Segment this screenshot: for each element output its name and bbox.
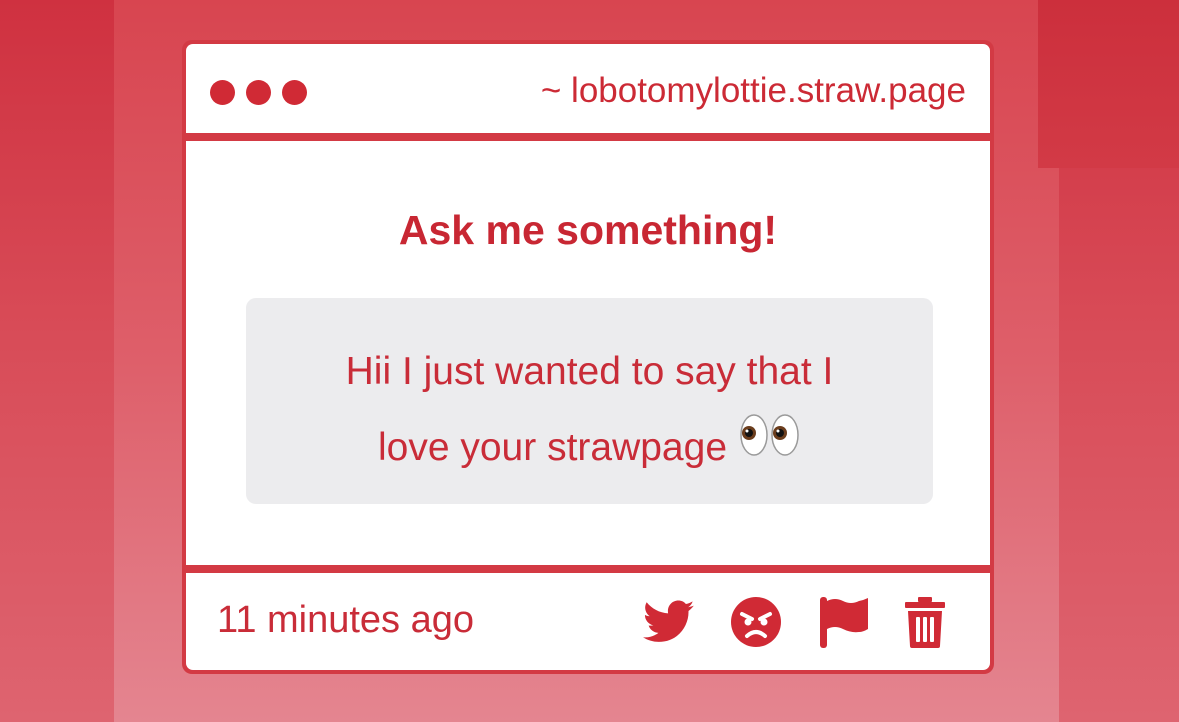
message-line-2: love your strawpage: [377, 426, 728, 469]
flag-icon: [820, 597, 868, 648]
report-button[interactable]: [816, 595, 870, 649]
window-dot-icon: [282, 80, 307, 105]
angry-face-icon: [731, 597, 781, 647]
message-line-1: Hii I just wanted to say that I: [345, 350, 834, 393]
card-footer: 11 minutes ago: [186, 573, 990, 670]
eyes-emoji-icon: [739, 408, 801, 484]
message-text: Hii I just wanted to say that I love you…: [246, 334, 933, 488]
share-twitter-button[interactable]: [642, 595, 696, 649]
card-body: Ask me something! Hii I just wanted to s…: [186, 141, 990, 565]
window-dot-icon: [246, 80, 271, 105]
twitter-bird-icon: [643, 600, 695, 642]
background-corner: [1038, 0, 1179, 168]
card-header: ~ lobotomylottie.straw.page: [186, 44, 990, 133]
page-title: Ask me something!: [398, 207, 778, 253]
message-line-2-wrap: love your strawpage: [246, 410, 933, 488]
delete-button[interactable]: [898, 595, 952, 649]
page-url-link[interactable]: ~ lobotomylottie.straw.page: [541, 71, 966, 111]
window-dots: [210, 80, 307, 105]
timestamp: 11 minutes ago: [217, 599, 475, 641]
question-card: ~ lobotomylottie.straw.page Ask me somet…: [182, 40, 994, 674]
angry-react-button[interactable]: [729, 595, 783, 649]
window-dot-icon: [210, 80, 235, 105]
trash-icon: [905, 597, 945, 648]
message-box: Hii I just wanted to say that I love you…: [246, 298, 933, 504]
